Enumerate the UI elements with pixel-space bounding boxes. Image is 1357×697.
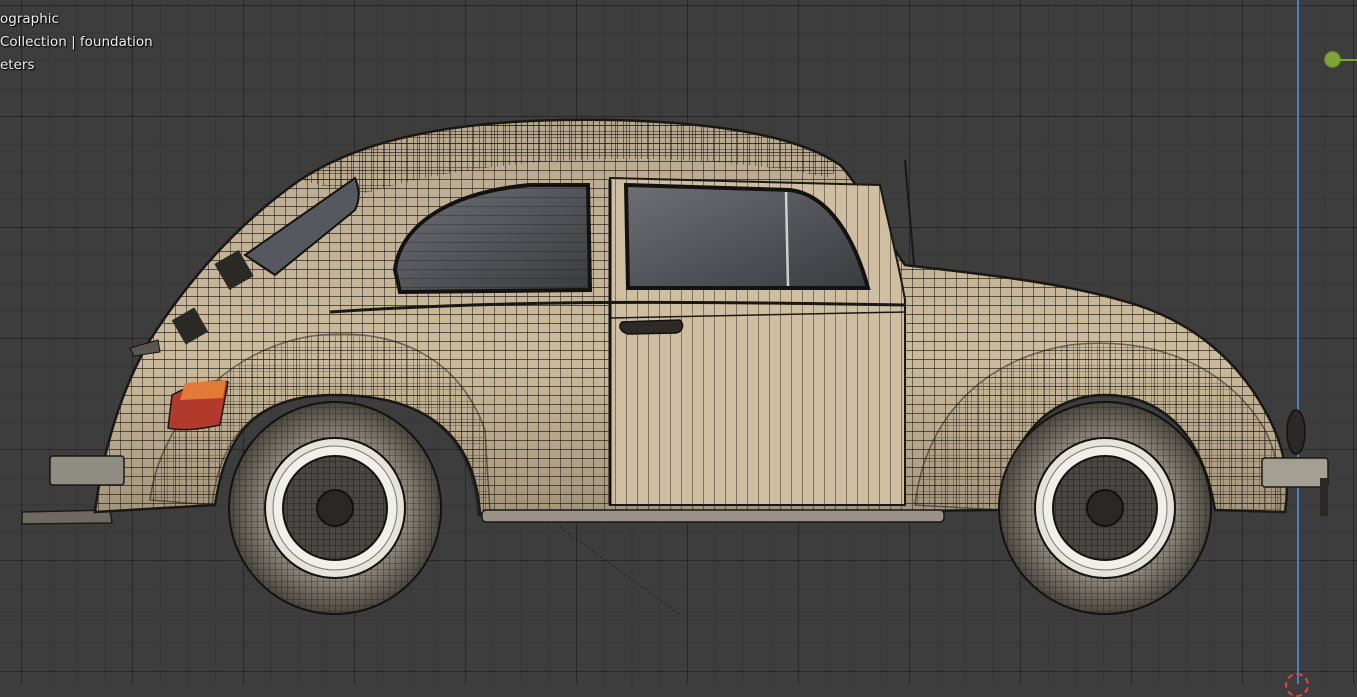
car-wireframe-model[interactable] [0,0,1357,684]
rear-wheel [228,401,442,615]
rear-bumper [49,455,125,486]
antenna [904,159,915,266]
front-wheel [998,401,1212,615]
door-handle [619,319,684,335]
headlight [1286,409,1306,455]
shadow-guide-line [559,526,681,616]
running-board [481,509,945,523]
front-bumper [1261,457,1329,488]
